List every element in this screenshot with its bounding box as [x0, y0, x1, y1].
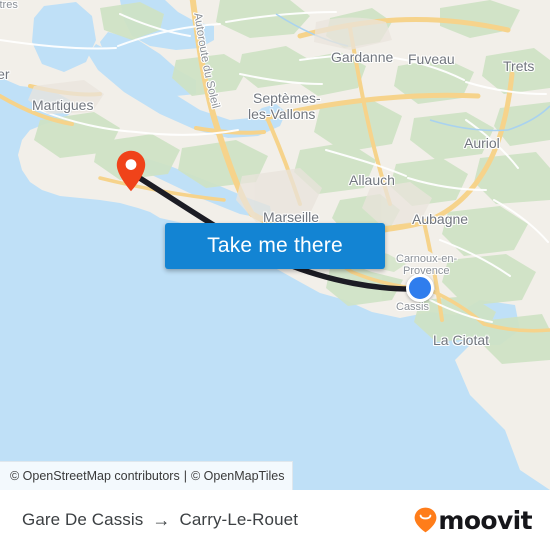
- route-origin: Gare De Cassis: [22, 510, 144, 529]
- moovit-wordmark: moovit: [438, 505, 532, 535]
- map-attribution[interactable]: © OpenStreetMap contributors | © OpenMap…: [0, 461, 294, 490]
- origin-pin-marker[interactable]: [116, 150, 146, 192]
- map-pin-icon: [116, 150, 146, 192]
- take-me-there-button[interactable]: Take me there: [165, 223, 385, 269]
- attribution-openmaptiles[interactable]: © OpenMapTiles: [191, 469, 285, 483]
- map-share-card: Take me there Martigues ler stres Gardan…: [0, 0, 550, 550]
- route-summary: Gare De Cassis → Carry-Le-Rouet: [22, 510, 298, 530]
- attribution-osm[interactable]: © OpenStreetMap contributors: [10, 469, 180, 483]
- attribution-separator: |: [183, 469, 187, 483]
- destination-dot-marker[interactable]: [406, 274, 434, 302]
- moovit-logo[interactable]: moovit: [414, 505, 533, 535]
- route-destination: Carry-Le-Rouet: [179, 510, 299, 529]
- route-arrow-icon: →: [152, 510, 171, 530]
- moovit-pin-icon: [414, 507, 437, 533]
- map-canvas[interactable]: Take me there Martigues ler stres Gardan…: [0, 0, 550, 490]
- footer-bar: Gare De Cassis → Carry-Le-Rouet moovit: [0, 490, 550, 550]
